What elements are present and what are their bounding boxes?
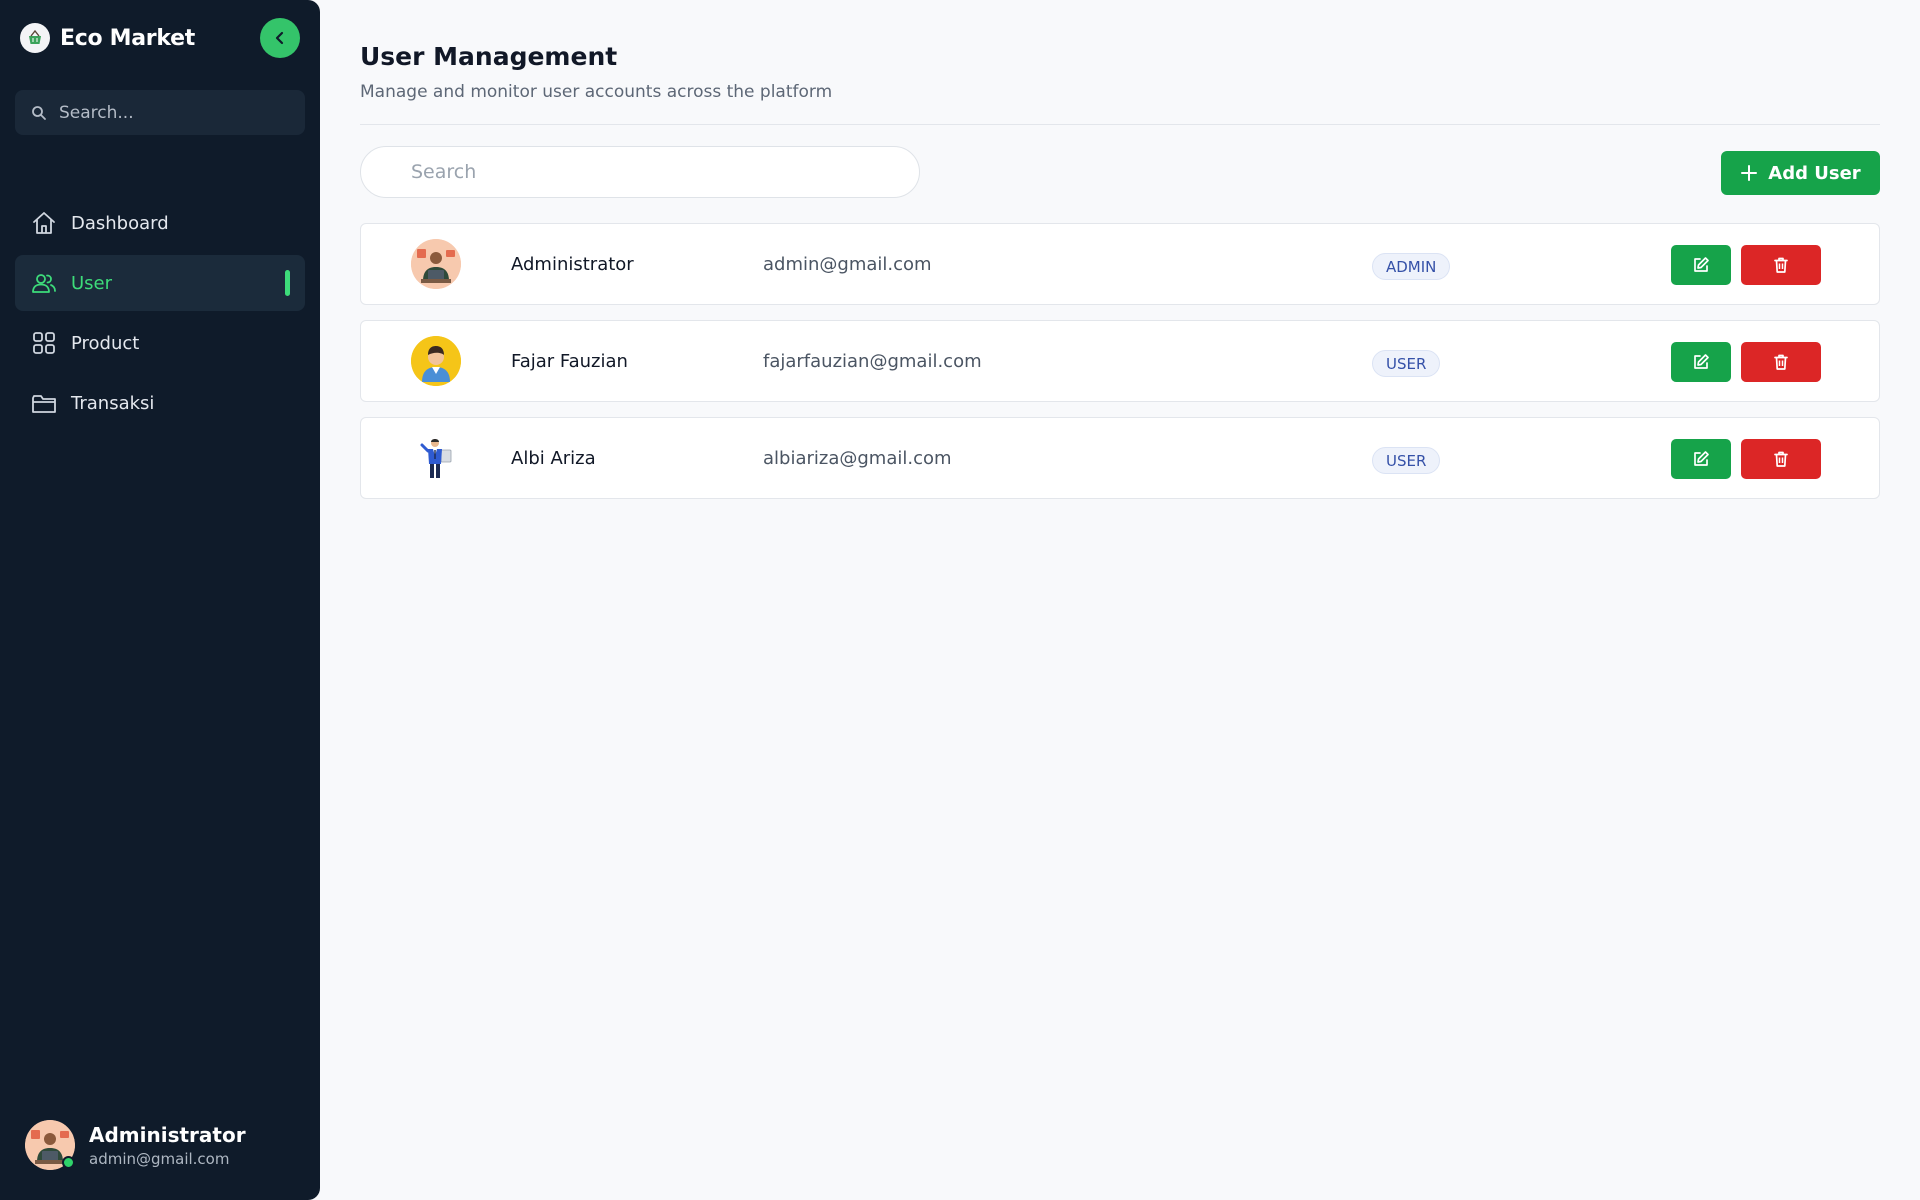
- sidebar-item-product[interactable]: Product: [15, 315, 305, 371]
- delete-user-button[interactable]: [1741, 342, 1821, 382]
- user-email: fajarfauzian@gmail.com: [763, 351, 982, 372]
- brand-name: Eco Market: [60, 25, 195, 51]
- sidebar-item-dashboard[interactable]: Dashboard: [15, 195, 305, 251]
- users-icon: [30, 269, 58, 297]
- basket-icon: [20, 23, 50, 53]
- sidebar-item-label: Transaksi: [71, 392, 155, 414]
- trash-icon: [1774, 257, 1788, 273]
- table-row: Administrator admin@gmail.com ADMIN: [360, 223, 1880, 305]
- trash-icon: [1774, 354, 1788, 370]
- avatar: [411, 239, 461, 289]
- delete-user-button[interactable]: [1741, 439, 1821, 479]
- active-indicator: [285, 270, 290, 296]
- plus-icon: [1740, 164, 1758, 182]
- grid-icon: [30, 329, 58, 357]
- edit-icon: [1694, 354, 1709, 369]
- sidebar-item-transaksi[interactable]: Transaksi: [15, 375, 305, 431]
- role-badge: ADMIN: [1372, 253, 1451, 280]
- edit-user-button[interactable]: [1671, 439, 1731, 479]
- user-email: albiariza@gmail.com: [763, 448, 952, 469]
- page-title: User Management: [360, 42, 618, 71]
- user-list: Administrator admin@gmail.com ADMIN Faja…: [360, 223, 1880, 514]
- user-name: Administrator: [511, 254, 634, 275]
- profile-email: admin@gmail.com: [89, 1149, 230, 1168]
- chevron-left-icon: [275, 31, 284, 45]
- sidebar-search-input[interactable]: [59, 102, 289, 123]
- collapse-sidebar-button[interactable]: [260, 18, 300, 58]
- divider: [360, 124, 1880, 125]
- sidebar: Eco Market Dashboard: [0, 0, 320, 1200]
- profile[interactable]: Administrator admin@gmail.com: [25, 1120, 246, 1170]
- sidebar-search: [15, 90, 305, 135]
- edit-user-button[interactable]: [1671, 245, 1731, 285]
- delete-user-button[interactable]: [1741, 245, 1821, 285]
- role-badge: USER: [1372, 447, 1441, 474]
- trash-icon: [1774, 451, 1788, 467]
- page-subtitle: Manage and monitor user accounts across …: [360, 82, 833, 102]
- role-badge: USER: [1372, 350, 1441, 377]
- avatar: [411, 336, 461, 386]
- sidebar-item-user[interactable]: User: [15, 255, 305, 311]
- search-icon: [32, 105, 46, 120]
- user-email: admin@gmail.com: [763, 254, 932, 275]
- add-user-label: Add User: [1768, 162, 1861, 184]
- sidebar-item-label: User: [71, 272, 113, 294]
- brand[interactable]: Eco Market: [20, 22, 195, 54]
- add-user-button[interactable]: Add User: [1721, 151, 1880, 195]
- folder-icon: [30, 389, 58, 417]
- avatar: [25, 1120, 75, 1170]
- user-search-input[interactable]: [360, 146, 920, 198]
- sidebar-item-label: Product: [71, 332, 140, 354]
- table-row: Albi Ariza albiariza@gmail.com USER: [360, 417, 1880, 499]
- user-name: Fajar Fauzian: [511, 351, 628, 372]
- edit-icon: [1694, 451, 1709, 466]
- profile-name: Administrator: [89, 1122, 246, 1147]
- avatar: [411, 433, 461, 483]
- table-row: Fajar Fauzian fajarfauzian@gmail.com USE…: [360, 320, 1880, 402]
- sidebar-item-label: Dashboard: [71, 212, 169, 234]
- user-name: Albi Ariza: [511, 448, 596, 469]
- sidebar-nav: Dashboard User Product Transaksi: [15, 195, 305, 435]
- online-status-dot: [62, 1156, 75, 1169]
- edit-icon: [1694, 257, 1709, 272]
- edit-user-button[interactable]: [1671, 342, 1731, 382]
- home-icon: [30, 209, 58, 237]
